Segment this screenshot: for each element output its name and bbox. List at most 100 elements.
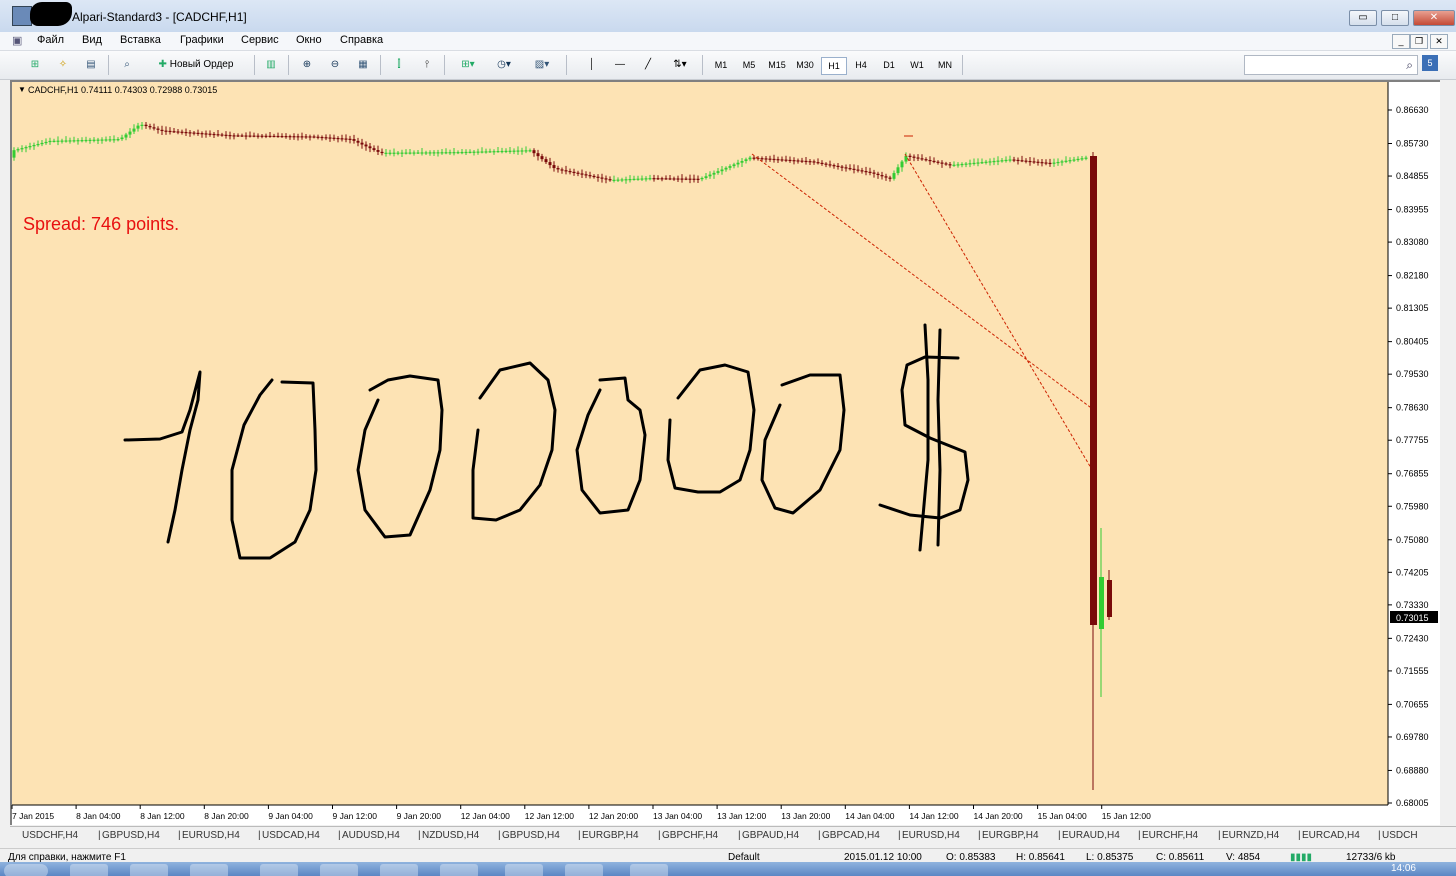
chart-tab[interactable]: GBPCHF,H4 bbox=[662, 830, 718, 841]
profiles-icon[interactable]: ✧ bbox=[54, 56, 72, 74]
templates-icon[interactable]: ▨▾ bbox=[528, 56, 556, 74]
taskbar-opera-icon[interactable] bbox=[260, 864, 298, 876]
indicators-icon[interactable]: ⊞▾ bbox=[454, 56, 482, 74]
candle-body bbox=[232, 135, 236, 137]
taskbar-chrome-icon[interactable] bbox=[320, 864, 358, 876]
maximize-button[interactable]: □ bbox=[1381, 10, 1409, 26]
timeframe-m30[interactable]: M30 bbox=[793, 57, 817, 73]
candle-body bbox=[780, 159, 784, 161]
chart-tab[interactable]: USDCHF,H4 bbox=[22, 830, 78, 841]
chart-tab[interactable]: AUDUSD,H4 bbox=[342, 830, 400, 841]
minimize-button[interactable]: ▭ bbox=[1349, 10, 1377, 26]
candle-body bbox=[708, 174, 712, 177]
timeframe-m5[interactable]: M5 bbox=[737, 57, 761, 73]
start-button[interactable] bbox=[4, 864, 48, 876]
mdi-restore-button[interactable]: ❐ bbox=[1410, 34, 1428, 49]
zoom-out-icon[interactable]: ⊖ bbox=[326, 56, 344, 74]
candle-body bbox=[340, 138, 344, 140]
search-icon[interactable]: ⌕ bbox=[1406, 58, 1413, 73]
timeframe-m1[interactable]: M1 bbox=[709, 57, 733, 73]
candle-body bbox=[516, 150, 520, 152]
taskbar-utorrent-icon[interactable] bbox=[505, 864, 543, 876]
periods-icon[interactable]: ◷▾ bbox=[490, 56, 518, 74]
trendline-icon[interactable]: ╱ bbox=[639, 56, 657, 74]
candle-body bbox=[308, 136, 312, 138]
market-watch-icon[interactable]: ▤ bbox=[82, 56, 100, 74]
close-button[interactable]: ✕ bbox=[1413, 10, 1455, 26]
chart-tab[interactable]: GBPAUD,H4 bbox=[742, 830, 799, 841]
chart-window[interactable]: 0.86630 0.85730 0.84855 0.83955 0.83080 0.821… bbox=[10, 80, 1440, 825]
navigator-icon[interactable]: ⌕ bbox=[118, 56, 136, 74]
chart-tab[interactable]: GBPUSD,H4 bbox=[502, 830, 560, 841]
chart-tab[interactable]: USDCAD,H4 bbox=[262, 830, 320, 841]
mail-badge[interactable]: 5 bbox=[1422, 55, 1438, 71]
candle-body bbox=[16, 149, 20, 151]
timeframe-h4[interactable]: H4 bbox=[849, 57, 873, 73]
candle-body bbox=[176, 131, 180, 133]
timeframe-w1[interactable]: W1 bbox=[905, 57, 929, 73]
candle-body bbox=[316, 136, 320, 138]
candle-body bbox=[972, 162, 976, 165]
candle-body bbox=[912, 156, 916, 158]
timeframe-m15[interactable]: M15 bbox=[765, 57, 789, 73]
taskbar-app-icon[interactable] bbox=[380, 864, 418, 876]
tab-separator: | bbox=[338, 830, 341, 841]
menu-charts[interactable]: Графики bbox=[180, 34, 224, 46]
mdi-minimize-button[interactable]: _ bbox=[1392, 34, 1410, 49]
current-price-label: 0.73015 bbox=[1396, 613, 1429, 623]
taskbar-ie-icon[interactable] bbox=[70, 864, 108, 876]
timeframe-mn[interactable]: MN bbox=[933, 57, 957, 73]
taskbar-yandex-icon[interactable] bbox=[440, 864, 478, 876]
search-input[interactable]: ⌕ bbox=[1244, 55, 1418, 75]
menu-window[interactable]: Окно bbox=[296, 34, 322, 46]
candle-body bbox=[548, 162, 552, 166]
chart-tab[interactable]: EURNZD,H4 bbox=[1222, 830, 1279, 841]
tile-windows-icon[interactable]: ▦ bbox=[354, 56, 372, 74]
candle-body bbox=[364, 144, 368, 147]
chart-tab[interactable]: EURUSD,H4 bbox=[182, 830, 240, 841]
menu-insert[interactable]: Вставка bbox=[120, 34, 161, 46]
autoscroll-icon[interactable]: ⫯ bbox=[418, 56, 436, 74]
chart-tab[interactable]: EURCAD,H4 bbox=[1302, 830, 1360, 841]
chart-tab[interactable]: USDCH bbox=[1382, 830, 1418, 841]
new-order-button[interactable]: ✚ Новый Ордер bbox=[146, 56, 246, 74]
menu-tools[interactable]: Сервис bbox=[241, 34, 279, 46]
chart-tab[interactable]: EURGBP,H4 bbox=[982, 830, 1039, 841]
taskbar-skype-icon[interactable] bbox=[565, 864, 603, 876]
chart-tab[interactable]: EURCHF,H4 bbox=[1142, 830, 1198, 841]
chart-tab[interactable]: GBPCAD,H4 bbox=[822, 830, 880, 841]
zoom-in-icon[interactable]: ⊕ bbox=[298, 56, 316, 74]
candle-body bbox=[676, 178, 680, 180]
chart-tab[interactable]: NZDUSD,H4 bbox=[422, 830, 479, 841]
price-chart[interactable]: 0.86630 0.85730 0.84855 0.83955 0.83080 0.821… bbox=[10, 80, 1440, 825]
chart-shift-icon[interactable]: ⫿ bbox=[390, 56, 408, 74]
toolbar-separator bbox=[962, 55, 963, 75]
horizontal-line-icon[interactable]: — bbox=[611, 56, 629, 74]
chart-tab[interactable]: EURAUD,H4 bbox=[1062, 830, 1120, 841]
autotrading-icon[interactable]: ▥ bbox=[262, 56, 280, 74]
candle-body bbox=[188, 132, 192, 134]
menu-help[interactable]: Справка bbox=[340, 34, 383, 46]
chart-tab[interactable]: GBPUSD,H4 bbox=[102, 830, 160, 841]
new-chart-icon[interactable]: ⊞ bbox=[26, 56, 44, 74]
candle-body bbox=[272, 135, 276, 138]
chart-tab[interactable]: EURGBP,H4 bbox=[582, 830, 639, 841]
chart-tab[interactable]: EURUSD,H4 bbox=[902, 830, 960, 841]
timeframe-h1[interactable]: H1 bbox=[821, 57, 847, 75]
mdi-close-button[interactable]: ✕ bbox=[1430, 34, 1448, 49]
timeframe-d1[interactable]: D1 bbox=[877, 57, 901, 73]
candle-body bbox=[184, 131, 188, 134]
candle-body bbox=[392, 152, 396, 154]
mdi-icon[interactable]: ▣ bbox=[12, 34, 22, 47]
menu-view[interactable]: Вид bbox=[82, 34, 102, 46]
price-label: 0.85730 bbox=[1396, 138, 1429, 148]
arrows-icon[interactable]: ⇅▾ bbox=[667, 56, 693, 74]
taskbar-app-icon[interactable] bbox=[190, 864, 228, 876]
candle-body bbox=[576, 172, 580, 174]
taskbar-explorer-icon[interactable] bbox=[130, 864, 168, 876]
vertical-line-icon[interactable]: │ bbox=[583, 56, 601, 74]
crash-candle-body bbox=[1090, 156, 1097, 625]
candle-body bbox=[896, 167, 900, 174]
menu-file[interactable]: Файл bbox=[37, 34, 64, 46]
taskbar-mt4-icon[interactable] bbox=[630, 864, 668, 876]
